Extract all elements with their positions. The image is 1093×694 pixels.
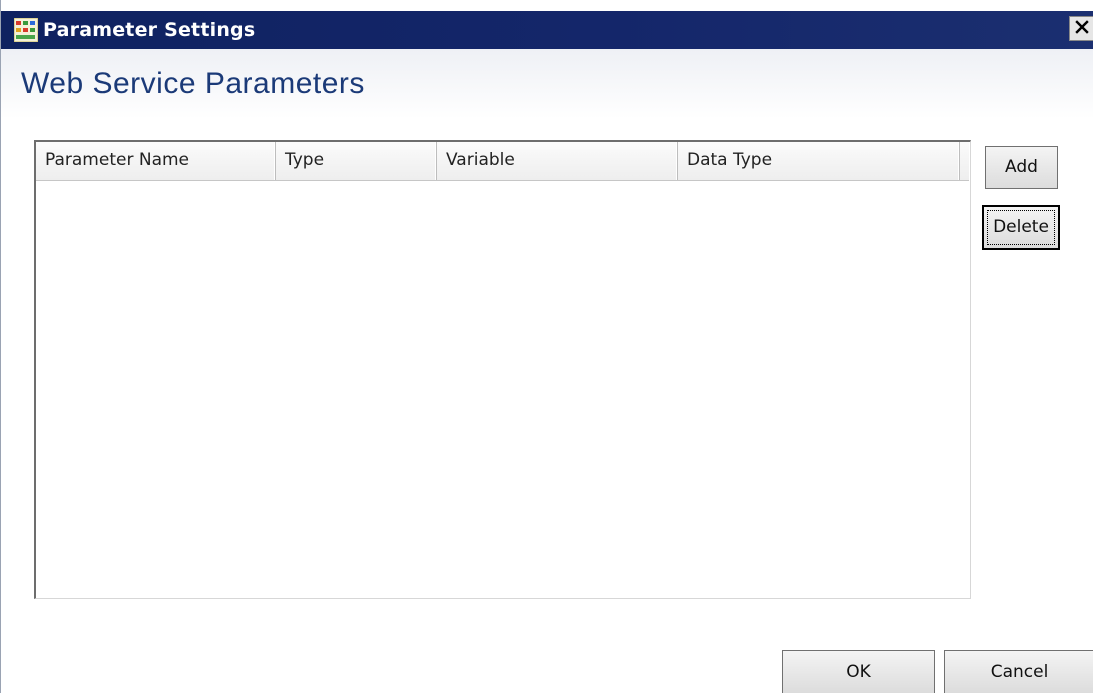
- add-button[interactable]: Add: [985, 146, 1058, 189]
- close-icon: [1074, 19, 1090, 39]
- window-title: Parameter Settings: [43, 19, 256, 41]
- app-icon: [13, 17, 39, 43]
- column-header-variable[interactable]: Variable: [437, 142, 678, 180]
- delete-button[interactable]: Delete: [982, 205, 1060, 250]
- delete-button-label: Delete: [987, 210, 1055, 245]
- column-header-data-type[interactable]: Data Type: [678, 142, 960, 180]
- parameters-list-header: Parameter Name Type Variable Data Type: [36, 142, 969, 181]
- page-title: Web Service Parameters: [21, 67, 365, 100]
- ok-button[interactable]: OK: [782, 650, 935, 693]
- title-bar[interactable]: Parameter Settings: [1, 11, 1093, 49]
- close-button[interactable]: [1069, 16, 1093, 41]
- column-header-type[interactable]: Type: [276, 142, 437, 180]
- column-header-filler: [960, 142, 969, 180]
- column-header-parameter-name[interactable]: Parameter Name: [36, 142, 276, 180]
- parameter-settings-dialog: Parameter Settings Web Service Parameter…: [0, 0, 1093, 693]
- parameters-list[interactable]: Parameter Name Type Variable Data Type: [34, 140, 971, 599]
- cancel-button[interactable]: Cancel: [944, 650, 1093, 693]
